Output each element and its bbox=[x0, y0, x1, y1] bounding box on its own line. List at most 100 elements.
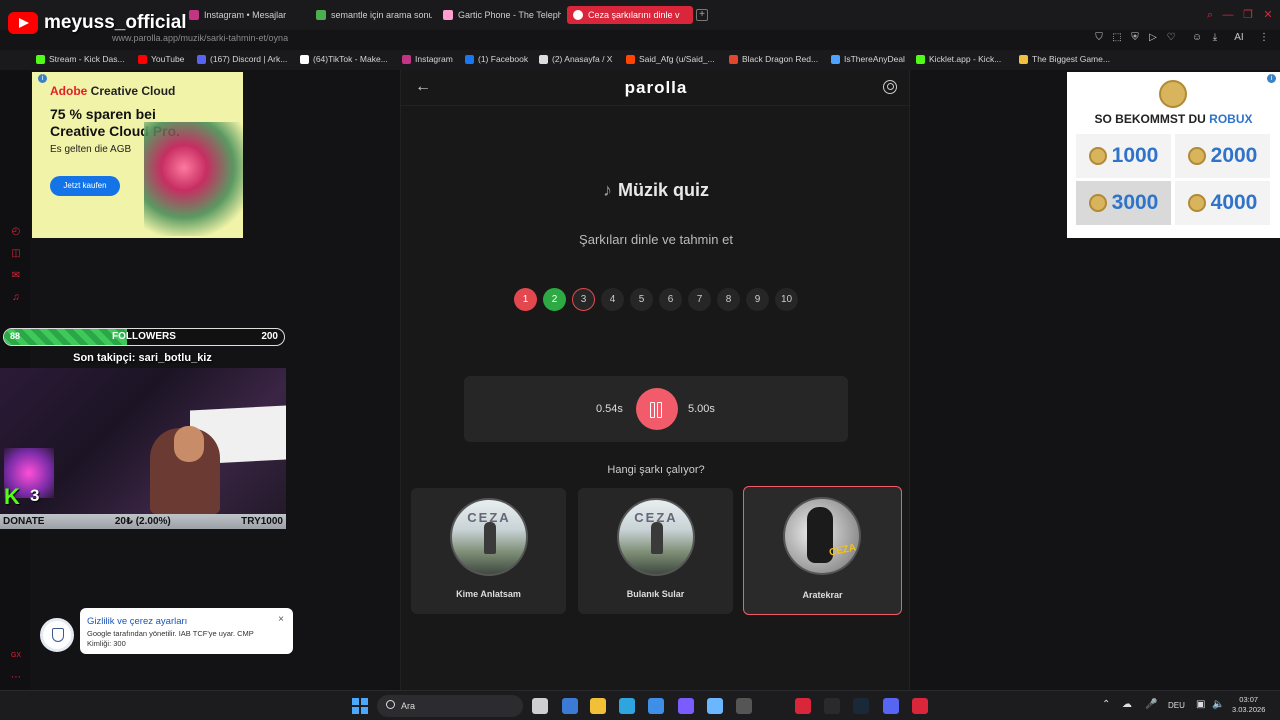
current-time: 0.54s bbox=[596, 403, 623, 415]
bookmark-tiktok[interactable]: (64)TikTok - Make... bbox=[300, 54, 388, 64]
cloud-icon[interactable]: ☁ bbox=[1122, 699, 1132, 710]
bookmark-x[interactable]: (2) Anasayfa / X bbox=[539, 54, 612, 64]
taskbar-search[interactable]: Ara bbox=[377, 695, 523, 717]
adobe-ad-banner[interactable]: i Adobe Creative Cloud 75 % sparen bei C… bbox=[32, 72, 243, 238]
task-view-icon[interactable] bbox=[532, 698, 548, 714]
more-icon[interactable]: ⋯ bbox=[10, 672, 22, 684]
robux-option-1000[interactable]: 1000 bbox=[1076, 134, 1171, 178]
taskbar-clock[interactable]: 03:07 3.03.2026 bbox=[1232, 695, 1265, 715]
question-progress: 1 2 3 4 5 6 7 8 9 10 bbox=[514, 288, 798, 311]
pause-button[interactable] bbox=[636, 388, 678, 430]
site-header: ← parolla bbox=[401, 70, 911, 106]
answer-option-aratekrar[interactable]: CEZA Aratekrar bbox=[743, 486, 902, 615]
bookmark-discord[interactable]: (167) Discord | Ark... bbox=[197, 54, 287, 64]
x-icon bbox=[539, 54, 548, 64]
question-step-2: 2 bbox=[543, 288, 566, 311]
screenshot-icon[interactable]: ⬚ bbox=[1111, 32, 1123, 44]
tab-gartic-phone[interactable]: Gartic Phone - The Teleph bbox=[443, 6, 561, 24]
ad-info-icon[interactable]: i bbox=[1267, 74, 1276, 83]
edge-icon[interactable] bbox=[619, 698, 635, 714]
answer-option-bulanik-sular[interactable]: CEZA Bulanık Sular bbox=[578, 488, 733, 614]
extension-icon[interactable]: ⛉ bbox=[1093, 32, 1105, 44]
audio-player: 0.54s 5.00s bbox=[464, 376, 848, 442]
ad-info-icon[interactable]: i bbox=[38, 74, 47, 83]
user-account-icon[interactable] bbox=[883, 80, 897, 94]
ad-cta-button[interactable]: Jetzt kaufen bbox=[50, 176, 120, 196]
chrome-icon[interactable] bbox=[707, 698, 723, 714]
channel-name: meyuss_official bbox=[44, 12, 187, 33]
minimize-icon[interactable]: — bbox=[1222, 9, 1234, 21]
ai-icon[interactable]: AI bbox=[1228, 32, 1250, 44]
shield-icon[interactable]: ⛨ bbox=[1129, 32, 1141, 44]
bookmark-instagram[interactable]: Instagram bbox=[402, 54, 453, 64]
site-logo[interactable]: parolla bbox=[401, 78, 911, 98]
network-icon[interactable]: ▣ bbox=[1196, 699, 1205, 710]
tray-overflow-icon[interactable]: ⌃ bbox=[1102, 699, 1110, 710]
url-field[interactable]: www.parolla.app/muzik/sarki-tahmin-et/oy… bbox=[112, 33, 288, 43]
steam-icon[interactable] bbox=[853, 698, 869, 714]
file-explorer-icon[interactable] bbox=[590, 698, 606, 714]
bookmark-isthereanydeal[interactable]: IsThereAnyDeal bbox=[831, 54, 905, 64]
app-red-icon[interactable] bbox=[795, 698, 811, 714]
consent-title[interactable]: Gizlilik ve çerez ayarları bbox=[87, 616, 187, 627]
profile-icon[interactable]: ☺ bbox=[1191, 32, 1203, 44]
discord-icon[interactable] bbox=[883, 698, 899, 714]
store-icon[interactable] bbox=[648, 698, 664, 714]
opera-gx-icon[interactable] bbox=[912, 698, 928, 714]
gx-icon[interactable]: GX bbox=[10, 650, 22, 662]
bookmark-biggest-game[interactable]: The Biggest Game... bbox=[1019, 54, 1110, 64]
bookmark-facebook[interactable]: (1) Facebook bbox=[465, 54, 528, 64]
tab-parolla-active[interactable]: Ceza şarkılarını dinle v bbox=[567, 6, 693, 24]
ai-label: AI bbox=[1234, 32, 1244, 43]
maximize-icon[interactable]: ❐ bbox=[1242, 9, 1254, 21]
windows-start-icon[interactable] bbox=[352, 698, 368, 714]
tab-semantle[interactable]: semantle için arama sonuç bbox=[316, 6, 432, 24]
question-step-3: 3 bbox=[572, 288, 595, 311]
robux-coin-icon bbox=[1159, 80, 1187, 108]
webcam-streamer-face bbox=[174, 426, 204, 462]
robux-option-4000[interactable]: 4000 bbox=[1175, 181, 1270, 225]
microphone-icon[interactable]: 🎤 bbox=[1145, 699, 1157, 710]
volume-icon[interactable]: 🔈 bbox=[1212, 699, 1224, 710]
robux-option-2000[interactable]: 2000 bbox=[1175, 134, 1270, 178]
bag-icon[interactable]: ◫ bbox=[10, 248, 22, 260]
close-icon[interactable]: × bbox=[278, 614, 284, 625]
question-text: Hangi şarkı çalıyor? bbox=[607, 464, 705, 476]
question-step-1: 1 bbox=[514, 288, 537, 311]
search-icon[interactable]: ⌕ bbox=[1204, 9, 1216, 21]
robux-coin-icon bbox=[1088, 147, 1107, 165]
new-tab-button[interactable]: + bbox=[696, 9, 708, 21]
epic-games-icon[interactable] bbox=[824, 698, 840, 714]
download-icon[interactable]: ⤓ bbox=[1209, 32, 1221, 44]
followers-goal-bar: 88 FOLLOWERS 200 bbox=[3, 328, 285, 346]
instagram-icon bbox=[189, 10, 199, 20]
reddit-icon bbox=[626, 54, 635, 64]
privacy-shield-button[interactable] bbox=[40, 618, 74, 652]
ad-terms: Es gelten die AGB bbox=[50, 144, 132, 155]
page-subtitle: Şarkıları dinle ve tahmin et bbox=[579, 232, 733, 247]
music-icon[interactable]: ♫ bbox=[10, 292, 22, 304]
close-window-icon[interactable]: ✕ bbox=[1262, 9, 1274, 21]
browser-tab-bar: Instagram • Mesajlar semantle için arama… bbox=[0, 0, 1280, 30]
total-time: 5.00s bbox=[688, 403, 715, 415]
tab-instagram[interactable]: Instagram • Mesajlar bbox=[189, 6, 307, 24]
messenger-icon[interactable]: ✉ bbox=[10, 270, 22, 282]
bookmark-reddit[interactable]: Said_Afg (u/Said_... bbox=[626, 54, 715, 64]
bookmark-kick[interactable]: Stream - Kick Das... bbox=[36, 54, 125, 64]
robux-option-3000[interactable]: 3000 bbox=[1076, 181, 1171, 225]
play-icon[interactable]: ▷ bbox=[1147, 32, 1159, 44]
widgets-icon[interactable] bbox=[562, 698, 578, 714]
bookmark-kicklet[interactable]: Kicklet.app - Kick... bbox=[916, 54, 1001, 64]
bookmark-youtube[interactable]: YouTube bbox=[138, 54, 184, 64]
instagram-icon bbox=[402, 54, 411, 64]
bookmark-black-dragon[interactable]: Black Dragon Red... bbox=[729, 54, 818, 64]
history-icon[interactable]: ◴ bbox=[10, 226, 22, 238]
robux-ad-banner[interactable]: i SO BEKOMMST DU ROBUX 1000 2000 3000 40… bbox=[1067, 72, 1280, 238]
obs-icon[interactable] bbox=[736, 698, 752, 714]
language-indicator[interactable]: DEU bbox=[1168, 701, 1185, 710]
menu-icon[interactable]: ⋮ bbox=[1258, 32, 1270, 44]
heart-icon[interactable]: ♡ bbox=[1165, 32, 1177, 44]
cookie-consent-popup[interactable]: Gizlilik ve çerez ayarları × Google tara… bbox=[80, 608, 293, 654]
answer-option-kime-anlatsam[interactable]: CEZA Kime Anlatsam bbox=[411, 488, 566, 614]
apps-icon[interactable] bbox=[678, 698, 694, 714]
